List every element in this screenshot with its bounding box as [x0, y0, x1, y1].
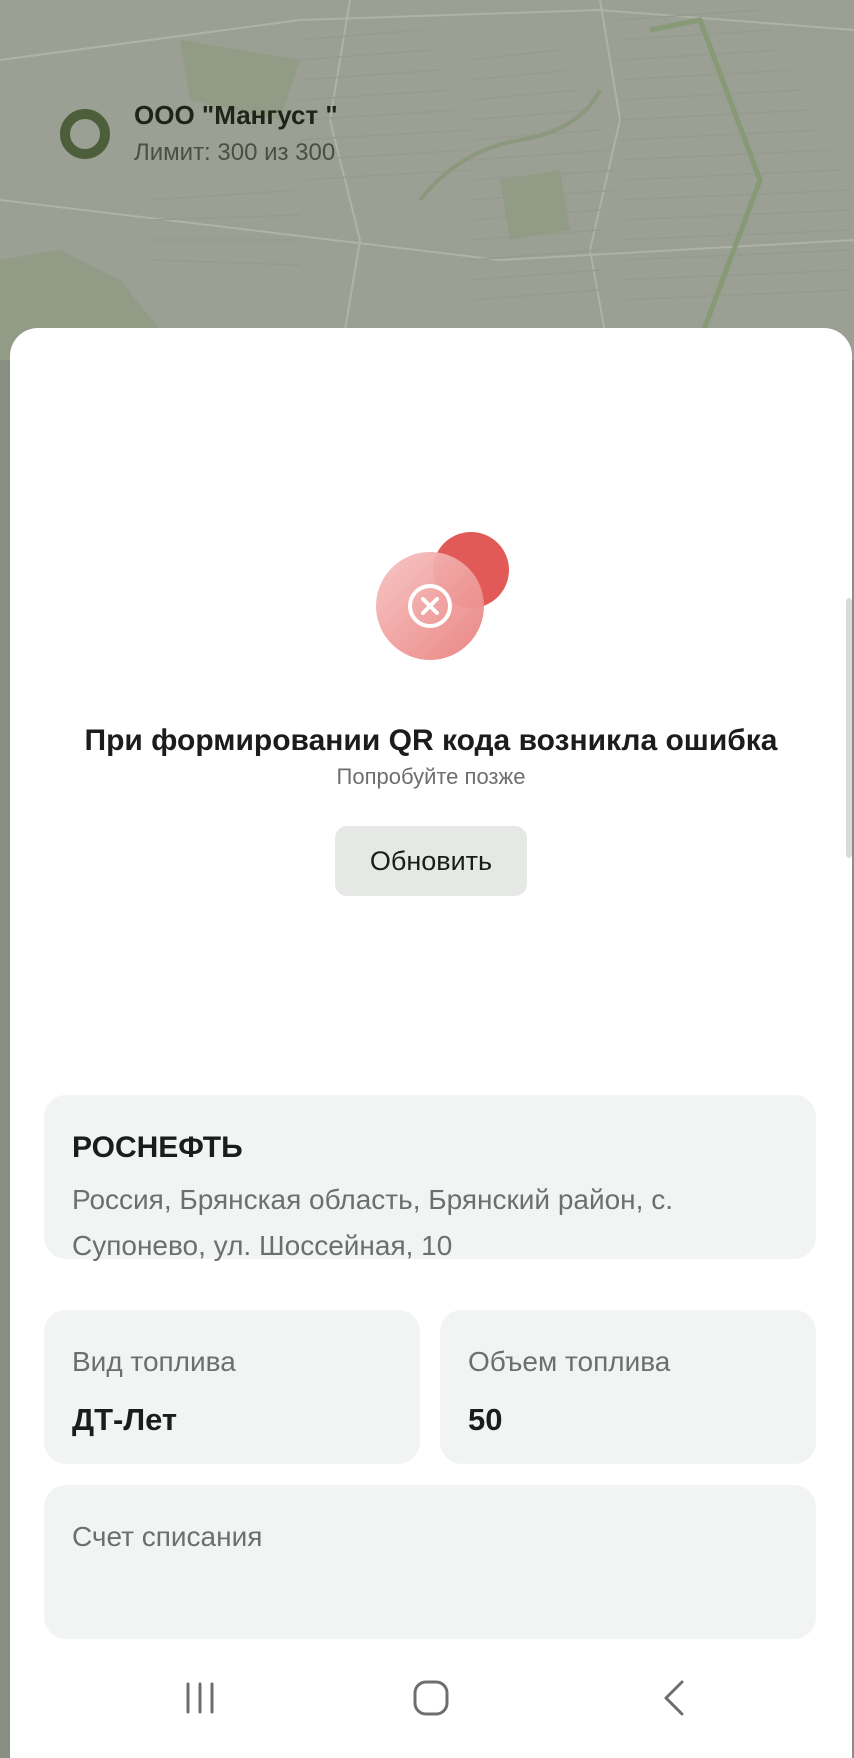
map-dim-overlay	[0, 0, 854, 360]
account-card[interactable]: Счет списания	[44, 1485, 816, 1639]
recent-apps-icon[interactable]	[160, 1658, 240, 1738]
fuel-volume-label: Объем топлива	[468, 1346, 671, 1377]
fuel-type-label: Вид топлива	[72, 1346, 236, 1377]
fuel-type-value: ДТ-Лет	[72, 1402, 178, 1437]
company-name: ООО "Мангуст "	[134, 100, 338, 130]
station-name: РОСНЕФТЬ	[72, 1131, 243, 1164]
fuel-volume-card: Объем топлива 50	[440, 1310, 816, 1464]
back-icon[interactable]	[636, 1658, 716, 1738]
map-view[interactable]: ООО "Мангуст " Лимит: 300 из 300	[0, 0, 854, 360]
limit-ring-icon	[60, 108, 110, 159]
company-card[interactable]: ООО "Мангуст " Лимит: 300 из 300	[60, 100, 338, 167]
error-icon	[376, 532, 509, 660]
station-card: РОСНЕФТЬ Россия, Брянская область, Брянс…	[44, 1095, 816, 1261]
error-title: При формировании QR кода возникла ошибка	[84, 724, 778, 757]
refresh-button[interactable]: Обновить	[335, 826, 527, 896]
fuel-type-card: Вид топлива ДТ-Лет	[44, 1310, 420, 1464]
account-label: Счет списания	[72, 1521, 263, 1552]
system-nav-bar	[10, 1658, 852, 1758]
company-limit: Лимит: 300 из 300	[134, 139, 336, 166]
fuel-volume-value: 50	[468, 1402, 503, 1437]
station-address: Россия, Брянская область, Брянский район…	[72, 1184, 673, 1261]
home-icon[interactable]	[391, 1658, 471, 1738]
error-subtitle: Попробуйте позже	[336, 764, 526, 789]
bottom-sheet: При формировании QR кода возникла ошибка…	[10, 328, 852, 1758]
